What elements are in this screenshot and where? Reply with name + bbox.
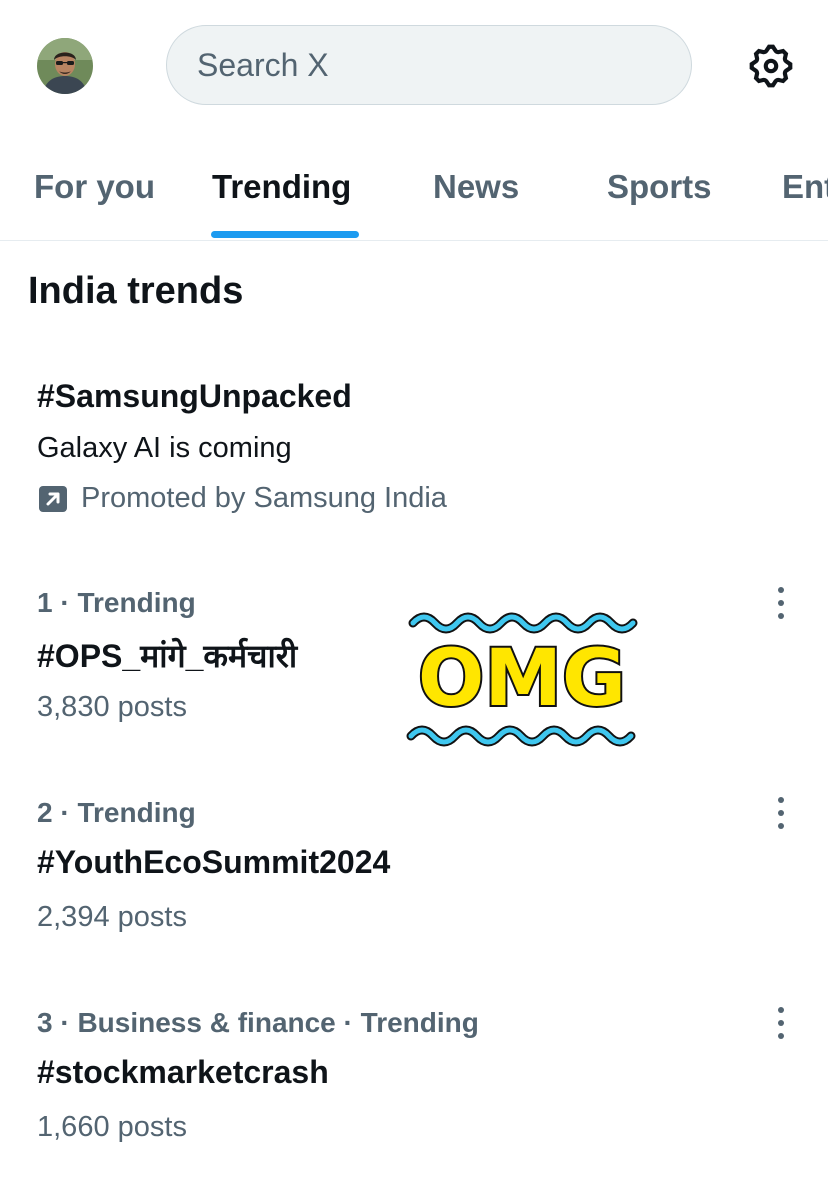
promoted-arrow-icon (39, 485, 67, 512)
tab-sports[interactable]: Sports (607, 168, 712, 206)
tab-news[interactable]: News (433, 168, 519, 206)
more-options-icon[interactable] (766, 1003, 796, 1043)
trend-post-count: 3,830 posts (37, 691, 187, 723)
top-bar (0, 0, 828, 130)
trend-item[interactable]: 2 · Trending #YouthEcoSummit2024 2,394 p… (0, 797, 828, 997)
search-box[interactable] (166, 25, 692, 105)
tab-entertainment[interactable]: Entertainment (782, 168, 828, 206)
settings-button[interactable] (746, 41, 796, 91)
trend-item[interactable]: 3 · Business & finance · Trending #stock… (0, 1007, 828, 1200)
trend-name: #YouthEcoSummit2024 (37, 844, 391, 880)
tab-for-you[interactable]: For you (34, 168, 155, 206)
promoted-description: Galaxy AI is coming (37, 432, 292, 464)
search-input[interactable] (195, 45, 691, 85)
promoted-by-text: Promoted by Samsung India (81, 482, 447, 514)
promoted-trend[interactable]: #SamsungUnpacked Galaxy AI is coming Pro… (0, 360, 828, 540)
trend-meta: 1 · Trending (37, 587, 196, 618)
trend-name: #OPS_मांगे_कर्मचारी (37, 638, 298, 674)
explore-page: For you Trending News Sports Entertainme… (0, 0, 828, 1200)
trend-meta: 2 · Trending (37, 797, 196, 828)
omg-sticker: OMG (406, 612, 638, 747)
tab-trending[interactable]: Trending (212, 168, 351, 206)
trend-meta: 3 · Business & finance · Trending (37, 1007, 479, 1038)
section-title: India trends (28, 270, 244, 312)
more-options-icon[interactable] (766, 793, 796, 833)
trend-post-count: 1,660 posts (37, 1111, 187, 1143)
avatar-image (37, 38, 93, 94)
explore-tabs: For you Trending News Sports Entertainme… (0, 130, 828, 241)
gear-icon (749, 44, 793, 88)
avatar[interactable] (37, 38, 93, 94)
promoted-hashtag[interactable]: #SamsungUnpacked (37, 378, 352, 415)
trend-name: #stockmarketcrash (37, 1054, 329, 1090)
trend-post-count: 2,394 posts (37, 901, 187, 933)
promoted-label: Promoted by Samsung India (37, 482, 447, 515)
more-options-icon[interactable] (766, 583, 796, 623)
active-tab-indicator (211, 231, 359, 238)
sticker-text: OMG (418, 634, 626, 724)
